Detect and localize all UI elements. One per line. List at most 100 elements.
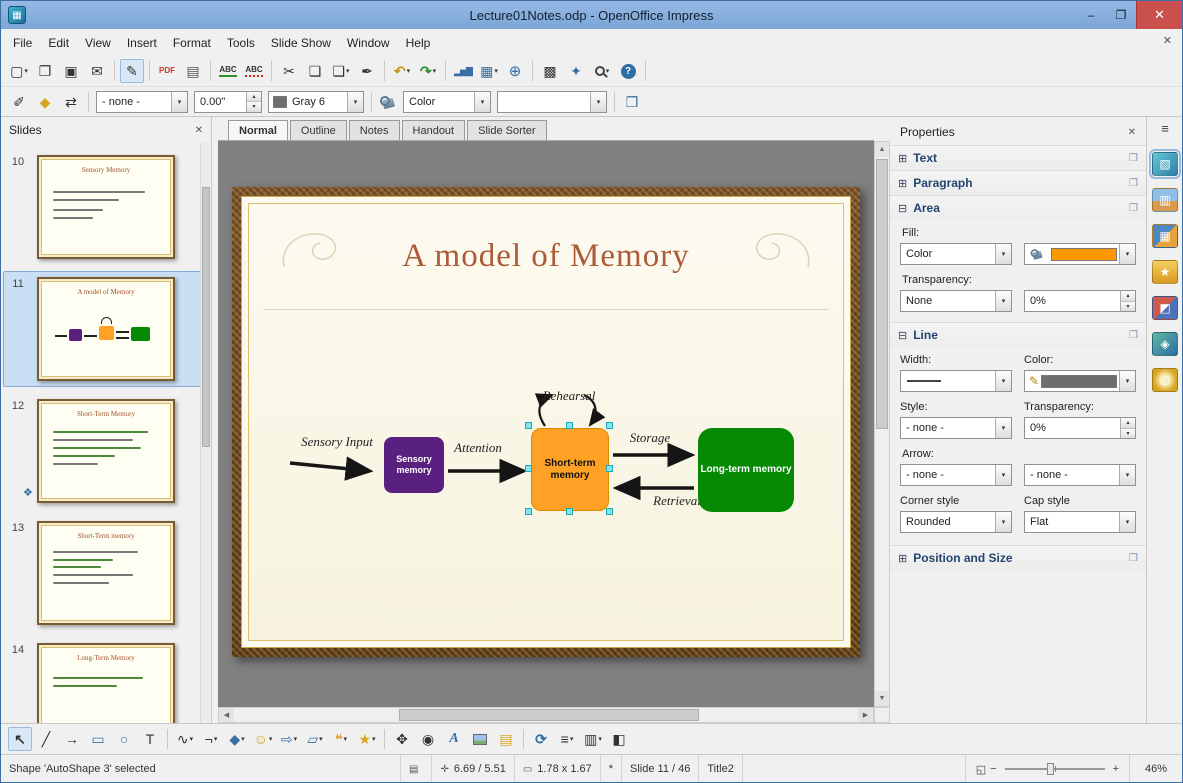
menu-item-view[interactable]: View (77, 31, 119, 55)
paint-can-icon[interactable] (380, 94, 396, 110)
edit-points-tool-icon[interactable]: ✥ (390, 727, 414, 751)
chevron-down-icon[interactable]: ▾ (171, 91, 187, 112)
selection-handle[interactable] (606, 422, 613, 429)
collapse-icon[interactable]: ⊟ (898, 329, 907, 342)
rectangle-icon[interactable]: ▭ (86, 727, 110, 751)
menu-item-slide-show[interactable]: Slide Show (263, 31, 339, 55)
slide-thumbnail[interactable]: A model of Memory (37, 277, 175, 381)
chevron-down-icon[interactable]: ▾ (590, 91, 606, 112)
collapse-icon[interactable]: ⊟ (898, 202, 907, 215)
spin-up-icon[interactable]: ▴ (247, 91, 261, 102)
redo-icon[interactable]: ↷ ▾ (416, 59, 440, 83)
chevron-down-icon[interactable]: ▾ (1119, 244, 1135, 264)
slide-canvas[interactable]: A model of Memory Sensory Input Attentio… (218, 141, 874, 707)
zoom-slider-handle[interactable] (1046, 763, 1054, 775)
tab-normal[interactable]: Normal (228, 120, 288, 140)
area-style-dropdown[interactable]: Color ▾ (403, 90, 491, 113)
shadow-button[interactable]: ❒ (620, 90, 644, 114)
master-pages-tab-icon[interactable]: ▥ (1152, 188, 1178, 212)
rotate-icon[interactable]: ⟳ (529, 727, 553, 751)
display-grid-icon[interactable]: ▩ (538, 59, 562, 83)
insert-picture-icon[interactable] (468, 727, 492, 751)
menu-item-help[interactable]: Help (398, 31, 439, 55)
menu-item-tools[interactable]: Tools (219, 31, 263, 55)
label-rehearsal[interactable]: Rehearsal (534, 388, 604, 404)
expand-icon[interactable]: ⊞ (898, 152, 907, 165)
section-header-line[interactable]: ⊟ Line ❐ (890, 322, 1146, 347)
chevron-down-icon[interactable]: ▾ (995, 291, 1011, 311)
close-document-icon[interactable]: ✕ (1163, 34, 1172, 47)
selection-handle[interactable] (566, 422, 573, 429)
label-storage[interactable]: Storage (615, 430, 685, 446)
scrollbar-thumb[interactable] (399, 709, 699, 721)
transparency-style-dropdown[interactable]: None ▾ (900, 290, 1012, 312)
chevron-down-icon[interactable]: ▾ (294, 735, 298, 743)
scroll-left-icon[interactable]: ◀ (219, 708, 234, 722)
sidebar-menu-icon[interactable]: ≡ (1161, 121, 1169, 136)
horizontal-scrollbar[interactable]: ◀ ▶ (218, 707, 874, 723)
corner-style-dropdown[interactable]: Rounded ▾ (900, 511, 1012, 533)
chevron-down-icon[interactable]: ▾ (241, 735, 245, 743)
minimize-button[interactable]: – (1076, 1, 1106, 29)
connector-icon[interactable]: ¬ ▾ (199, 727, 223, 751)
email-document-icon[interactable]: ✉ (85, 59, 109, 83)
close-panel-icon[interactable]: ✕ (195, 125, 203, 136)
callouts-icon[interactable]: ❝ ▾ (329, 727, 353, 751)
line-transparency-spinner[interactable]: 0% ▴ ▾ (1024, 417, 1136, 439)
insert-table-icon[interactable]: ▦ ▾ (477, 59, 501, 83)
dialog-launcher-icon[interactable]: ❐ (1129, 153, 1138, 164)
fill-style-dropdown[interactable]: Color ▾ (900, 243, 1012, 265)
selection-handle[interactable] (525, 508, 532, 515)
navigator-icon[interactable]: ✦ (564, 59, 588, 83)
cap-style-dropdown[interactable]: Flat ▾ (1024, 511, 1136, 533)
label-sensory-input[interactable]: Sensory Input (282, 434, 392, 450)
chevron-down-icon[interactable]: ▾ (433, 67, 437, 75)
line-width-spinner[interactable]: 0.00" ▴ ▾ (194, 90, 262, 113)
chevron-down-icon[interactable]: ▾ (372, 735, 376, 743)
basic-shapes-icon[interactable]: ◆ ▾ (225, 727, 249, 751)
slide-thumbnail-row[interactable]: 14 Long-Term Memory (3, 637, 207, 723)
zoom-out-button[interactable]: − (988, 763, 998, 775)
flowchart-icon[interactable]: ▱ ▾ (303, 727, 327, 751)
section-header-text[interactable]: ⊞ Text ❐ (890, 145, 1146, 170)
shape-long-term-memory[interactable]: Long-term memory (698, 428, 794, 512)
chevron-down-icon[interactable]: ▾ (407, 67, 411, 75)
chevron-down-icon[interactable]: ▾ (995, 418, 1011, 438)
tab-slide-sorter[interactable]: Slide Sorter (467, 120, 547, 140)
chevron-down-icon[interactable]: ▾ (995, 465, 1011, 485)
ellipse-icon[interactable]: ○ (112, 727, 136, 751)
chevron-down-icon[interactable]: ▾ (1119, 512, 1135, 532)
spin-down-icon[interactable]: ▾ (247, 102, 261, 112)
zoom-icon[interactable]: ▾ (590, 59, 614, 83)
menu-item-format[interactable]: Format (165, 31, 219, 55)
symbol-shapes-icon[interactable]: ☺ ▾ (251, 727, 275, 751)
fontwork-icon[interactable]: A (442, 727, 466, 751)
fill-color-dropdown[interactable]: ▾ (1024, 243, 1136, 265)
chevron-down-icon[interactable]: ▾ (570, 735, 574, 743)
arrange-icon[interactable]: ▥ ▾ (581, 727, 605, 751)
close-panel-icon[interactable]: ✕ (1128, 127, 1136, 138)
title-bar[interactable]: ▦ Lecture01Notes.odp - OpenOffice Impres… (1, 1, 1182, 29)
arrow-end-dropdown[interactable]: - none - ▾ (1024, 464, 1136, 486)
section-header-position-size[interactable]: ⊞ Position and Size ❐ (890, 545, 1146, 570)
gallery-tab-icon[interactable]: ▦ (1152, 224, 1178, 248)
custom-animation-tab-icon[interactable]: ★ (1152, 260, 1178, 284)
close-button[interactable]: ✕ (1136, 1, 1182, 29)
slide-thumbnail-row[interactable]: 10 Sensory Memory (3, 149, 207, 265)
tab-outline[interactable]: Outline (289, 120, 347, 140)
hyperlink-icon[interactable]: ⊕ (503, 59, 527, 83)
menu-item-window[interactable]: Window (339, 31, 398, 55)
transparency-value-spinner[interactable]: 0% ▴ ▾ (1024, 290, 1136, 312)
open-icon[interactable]: ❐ (33, 59, 57, 83)
slide-thumbnail-row-selected[interactable]: 11 A model of Memory (3, 271, 207, 387)
flip-icon[interactable]: ⇄ (59, 90, 83, 114)
stars-icon[interactable]: ★ ▾ (355, 727, 379, 751)
scroll-right-icon[interactable]: ▶ (858, 708, 873, 722)
edit-points-icon[interactable]: ✐ (7, 90, 31, 114)
chevron-down-icon[interactable]: ▾ (606, 67, 610, 75)
selection-handle[interactable] (525, 465, 532, 472)
slide-thumbnail[interactable]: Long-Term Memory (37, 643, 175, 723)
new-document-icon[interactable]: ▢ ▾ (7, 59, 31, 83)
dialog-launcher-icon[interactable]: ❐ (1129, 203, 1138, 214)
chevron-down-icon[interactable]: ▾ (344, 735, 348, 743)
